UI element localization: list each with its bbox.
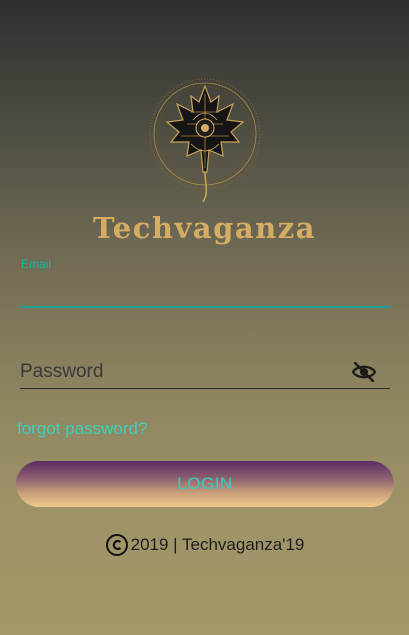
email-underline (20, 306, 390, 308)
forgot-password-link[interactable]: forgot password? (17, 419, 147, 439)
email-field[interactable] (20, 272, 390, 306)
footer: 2019 | Techvaganza'19 (0, 533, 409, 557)
login-button[interactable]: LOGIN (16, 461, 394, 507)
eye-off-icon[interactable] (351, 360, 377, 384)
maple-leaf-emblem-icon (149, 78, 261, 203)
email-label: Email (21, 257, 52, 271)
brand-title: Techvaganza (93, 211, 316, 245)
password-underline (20, 388, 390, 389)
password-field[interactable] (20, 356, 340, 388)
copyright-icon (105, 534, 128, 556)
footer-text: 2019 | Techvaganza'19 (130, 535, 305, 554)
